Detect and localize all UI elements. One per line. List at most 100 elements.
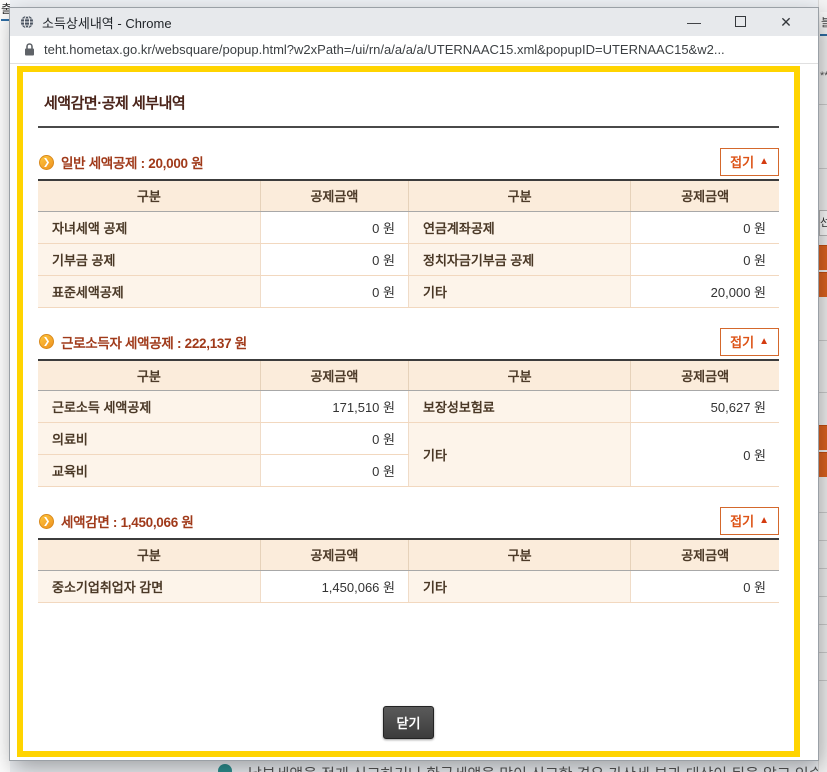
section-title: 세액감면 : 1,450,066 원	[61, 511, 720, 531]
background-text-fragment: ***	[820, 70, 827, 82]
column-header: 구분	[408, 360, 630, 391]
collapse-button-label: 접기	[730, 332, 754, 351]
table-cell-label: 표준세액공제	[38, 275, 260, 307]
table-header-row: 구분공제금액구분공제금액	[38, 360, 779, 391]
table-cell-value: 50,627 원	[631, 391, 779, 423]
column-header: 공제금액	[260, 539, 408, 570]
divider	[819, 392, 827, 393]
window-controls: — ✕	[686, 14, 794, 30]
divider	[819, 624, 827, 625]
triangle-up-icon: ▲	[759, 156, 769, 167]
column-header: 구분	[38, 539, 260, 570]
info-circle-icon	[218, 764, 232, 772]
section-bullet-icon: ❯	[39, 155, 54, 170]
table-cell-value: 1,450,066 원	[260, 570, 408, 602]
collapse-button-label: 접기	[730, 511, 754, 530]
table-cell-label: 연금계좌공제	[408, 211, 630, 243]
section-header: ❯ 세액감면 : 1,450,066 원 접기 ▲	[38, 508, 779, 534]
url-text: teht.hometax.go.kr/websquare/popup.html?…	[44, 42, 725, 57]
triangle-up-icon: ▲	[759, 336, 769, 347]
collapse-button[interactable]: 접기 ▲	[720, 148, 779, 176]
deduction-section: ❯ 세액감면 : 1,450,066 원 접기 ▲ 구분공제금액구분공제금액 중…	[38, 508, 779, 603]
screen: 출 블 *** 선 납부세액을 적게 신고하거나 환급세액을 많이 신고한 경우…	[0, 0, 827, 772]
background-text-fragment: 출	[1, 0, 10, 21]
table-row: 근로소득 세액공제171,510 원보장성보험료50,627 원	[38, 391, 779, 423]
table-cell-label: 보장성보험료	[408, 391, 630, 423]
divider	[819, 340, 827, 341]
globe-icon	[20, 15, 34, 29]
background-page-right-edge: 블 *** 선	[818, 0, 827, 772]
collapse-button[interactable]: 접기 ▲	[720, 328, 779, 356]
table-cell-label: 중소기업취업자 감면	[38, 570, 260, 602]
table-header-row: 구분공제금액구분공제금액	[38, 539, 779, 570]
divider	[819, 104, 827, 105]
background-text-fragment: 블	[820, 12, 827, 36]
background-partial-button: 선	[819, 210, 827, 236]
divider	[819, 652, 827, 653]
close-button[interactable]: 닫기	[383, 706, 435, 739]
background-partial-button	[819, 245, 827, 270]
table-cell-value: 0 원	[631, 211, 779, 243]
lock-icon	[24, 43, 35, 56]
divider	[819, 680, 827, 681]
url-bar[interactable]: teht.hometax.go.kr/websquare/popup.html?…	[10, 36, 818, 64]
table-cell-value: 0 원	[631, 243, 779, 275]
column-header: 구분	[38, 360, 260, 391]
table-row: 중소기업취업자 감면1,450,066 원기타0 원	[38, 570, 779, 602]
triangle-up-icon: ▲	[759, 515, 769, 526]
table-cell-label: 기부금 공제	[38, 243, 260, 275]
popup-viewport: 세액감면·공제 세부내역 ❯ 일반 세액공제 : 20,000 원 접기 ▲ 구…	[10, 64, 818, 760]
section-title: 일반 세액공제 : 20,000 원	[61, 152, 720, 172]
deduction-table: 구분공제금액구분공제금액 자녀세액 공제0 원연금계좌공제0 원기부금 공제0 …	[38, 179, 779, 308]
table-cell-value: 0 원	[631, 570, 779, 602]
maximize-icon	[735, 16, 746, 27]
divider	[819, 540, 827, 541]
table-row: 기부금 공제0 원정치자금기부금 공제0 원	[38, 243, 779, 275]
table-cell-label: 기타	[408, 275, 630, 307]
table-cell-label: 기타	[408, 570, 630, 602]
column-header: 공제금액	[631, 360, 779, 391]
window-titlebar[interactable]: 소득상세내역 - Chrome — ✕	[10, 8, 818, 36]
background-text-fragment: 선	[820, 217, 827, 229]
close-window-button[interactable]: ✕	[778, 14, 794, 30]
close-button-row: 닫기	[38, 706, 779, 739]
maximize-button[interactable]	[732, 14, 748, 30]
column-header: 구분	[38, 180, 260, 211]
background-text-fragment: 납부세액을 적게 신고하거나 환급세액을 많이 신고한 경우 가산세 부과 대상…	[248, 763, 818, 772]
section-header: ❯ 일반 세액공제 : 20,000 원 접기 ▲	[38, 149, 779, 175]
table-cell-label: 근로소득 세액공제	[38, 391, 260, 423]
table-cell-value: 0 원	[260, 243, 408, 275]
column-header: 공제금액	[260, 180, 408, 211]
table-cell-value: 0 원	[631, 423, 779, 487]
table-cell-value: 171,510 원	[260, 391, 408, 423]
collapse-button-label: 접기	[730, 152, 754, 171]
section-title: 근로소득자 세액공제 : 222,137 원	[61, 332, 720, 352]
column-header: 공제금액	[631, 180, 779, 211]
background-partial-button	[819, 272, 827, 297]
background-page-left-edge: 출	[0, 0, 10, 772]
table-cell-label: 정치자금기부금 공제	[408, 243, 630, 275]
table-row: 표준세액공제0 원기타20,000 원	[38, 275, 779, 307]
divider	[819, 168, 827, 169]
table-header-row: 구분공제금액구분공제금액	[38, 180, 779, 211]
table-cell-value: 0 원	[260, 211, 408, 243]
column-header: 구분	[408, 180, 630, 211]
background-partial-button	[819, 452, 827, 477]
deduction-section: ❯ 일반 세액공제 : 20,000 원 접기 ▲ 구분공제금액구분공제금액 자…	[38, 149, 779, 308]
table-cell-value: 0 원	[260, 455, 408, 487]
deduction-table: 구분공제금액구분공제금액 근로소득 세액공제171,510 원보장성보험료50,…	[38, 359, 779, 488]
popup-content-frame: 세액감면·공제 세부내역 ❯ 일반 세액공제 : 20,000 원 접기 ▲ 구…	[17, 66, 800, 757]
table-row: 의료비0 원기타0 원	[38, 423, 779, 455]
title-divider	[38, 126, 779, 128]
column-header: 구분	[408, 539, 630, 570]
table-row: 자녀세액 공제0 원연금계좌공제0 원	[38, 211, 779, 243]
minimize-button[interactable]: —	[686, 14, 702, 30]
collapse-button[interactable]: 접기 ▲	[720, 507, 779, 535]
table-cell-value: 0 원	[260, 423, 408, 455]
section-bullet-icon: ❯	[39, 334, 54, 349]
divider	[819, 596, 827, 597]
table-cell-label: 자녀세액 공제	[38, 211, 260, 243]
divider	[819, 512, 827, 513]
sections-container: ❯ 일반 세액공제 : 20,000 원 접기 ▲ 구분공제금액구분공제금액 자…	[38, 149, 779, 603]
background-page-bottom-edge: 납부세액을 적게 신고하거나 환급세액을 많이 신고한 경우 가산세 부과 대상…	[10, 760, 818, 772]
